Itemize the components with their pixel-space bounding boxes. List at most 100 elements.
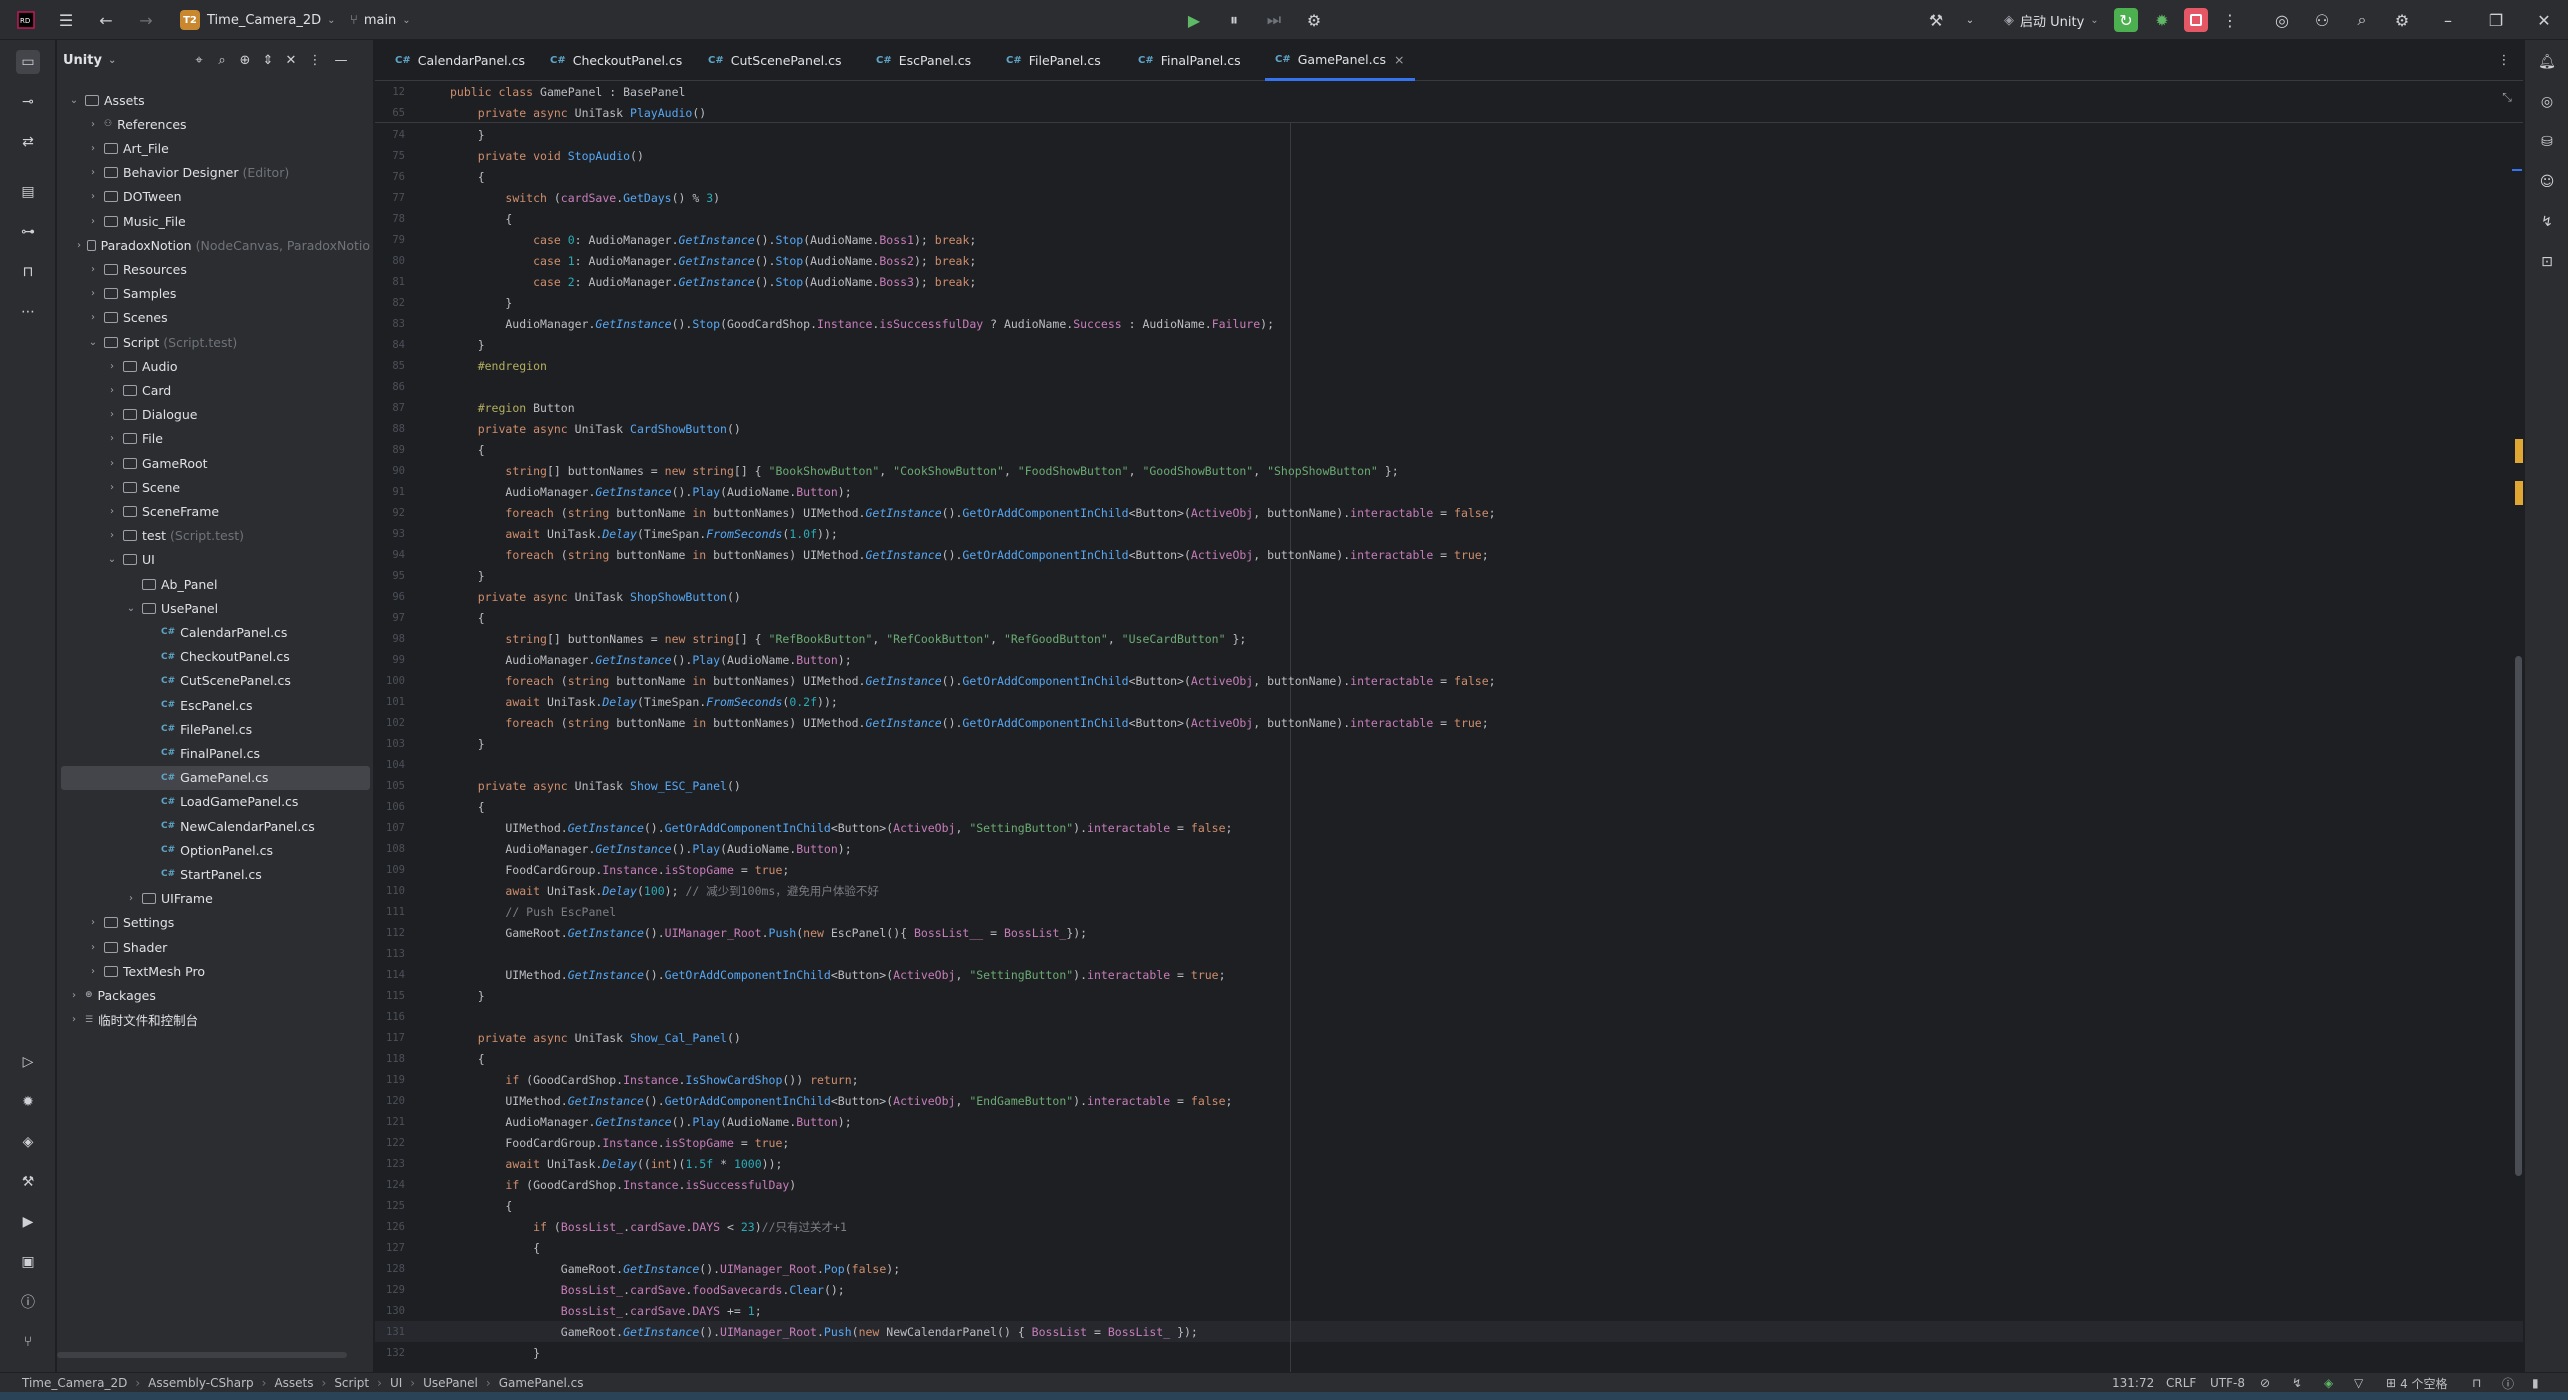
caret-position[interactable]: 131:72: [2112, 1373, 2154, 1393]
debug-tool-icon[interactable]: ✹: [16, 1090, 40, 1114]
code-vision-icon[interactable]: ⊡: [2535, 250, 2559, 274]
performance-icon[interactable]: ↯: [2535, 210, 2559, 234]
unity-tool-icon[interactable]: ◈: [16, 1130, 40, 1154]
chevron-right-icon[interactable]: ›: [124, 893, 138, 904]
attach-debugger-icon[interactable]: ⚙: [1302, 8, 1326, 32]
branch-switcher[interactable]: ⑂ main ⌄: [350, 0, 411, 40]
code-line[interactable]: {: [450, 209, 512, 230]
code-line[interactable]: UIMethod.GetInstance().GetOrAddComponent…: [450, 818, 1232, 839]
editor-tab[interactable]: C# CutScenePanel.cs: [698, 40, 866, 81]
readonly-lock-icon[interactable]: ⊓: [2472, 1373, 2481, 1393]
chevron-right-icon[interactable]: ›: [86, 191, 100, 202]
code-line[interactable]: public class GamePanel : BasePanel: [450, 82, 685, 103]
chevron-right-icon[interactable]: ›: [86, 216, 100, 227]
tree-folder-item[interactable]: › File: [61, 427, 370, 451]
code-line[interactable]: UIMethod.GetInstance().GetOrAddComponent…: [450, 1091, 1232, 1112]
chevron-right-icon[interactable]: ›: [105, 433, 119, 444]
chevron-right-icon[interactable]: ›: [105, 385, 119, 396]
tree-file-item[interactable]: C# StartPanel.cs: [61, 862, 370, 886]
code-line[interactable]: }: [450, 566, 485, 587]
bookmarks-icon[interactable]: ⊓: [16, 260, 40, 284]
chevron-right-icon[interactable]: ›: [105, 409, 119, 420]
chevron-down-icon[interactable]: ⌄: [86, 337, 100, 348]
step-icon[interactable]: ⏭: [1262, 8, 1286, 32]
tree-file-item[interactable]: C# FilePanel.cs: [61, 717, 370, 741]
tree-folder-item[interactable]: Ab_Panel: [61, 572, 370, 596]
services-icon[interactable]: ▶: [16, 1210, 40, 1234]
code-line[interactable]: private void StopAudio(): [450, 146, 644, 167]
code-editor[interactable]: 74 } 75 private void StopAudio() 76 {77 sw…: [375, 81, 2523, 1372]
code-line[interactable]: if (GoodCardShop.Instance.isSuccessfulDa…: [450, 1175, 796, 1196]
breadcrumb-item[interactable]: Assets: [274, 1376, 313, 1390]
chevron-right-icon[interactable]: ›: [86, 264, 100, 275]
chevron-down-icon[interactable]: ⌄: [1958, 8, 1982, 32]
editor-tab[interactable]: C# FilePanel.cs: [996, 40, 1128, 81]
code-line[interactable]: if (BossList_.cardSave.DAYS < 23)//只有过关才…: [450, 1217, 847, 1238]
pause-icon[interactable]: ⏸: [1222, 8, 1246, 32]
code-line[interactable]: {: [450, 608, 485, 629]
build-hammer-icon[interactable]: ⚒: [1924, 8, 1948, 32]
tree-file-item[interactable]: C# NewCalendarPanel.cs: [61, 814, 370, 838]
code-line[interactable]: }: [450, 1343, 540, 1364]
unit-tests-icon[interactable]: ⊶: [16, 220, 40, 244]
back-arrow-icon[interactable]: ←: [94, 8, 118, 32]
more-tools-icon[interactable]: ⋯: [16, 300, 40, 324]
tree-file-item[interactable]: C# CalendarPanel.cs: [61, 620, 370, 644]
chevron-right-icon[interactable]: ›: [105, 458, 119, 469]
locate-file-icon[interactable]: ⌖: [187, 48, 211, 72]
tree-folder-item[interactable]: › Samples: [61, 282, 370, 306]
code-line[interactable]: GameRoot.GetInstance().UIManager_Root.Po…: [450, 1259, 900, 1280]
code-line[interactable]: {: [450, 1196, 512, 1217]
chevron-right-icon[interactable]: ›: [67, 1014, 81, 1025]
code-line[interactable]: AudioManager.GetInstance().Play(AudioNam…: [450, 1112, 851, 1133]
project-view-selector[interactable]: Unity ⌄: [63, 40, 116, 80]
project-switcher[interactable]: T2 Time_Camera_2D ⌄: [180, 0, 336, 40]
code-line[interactable]: {: [450, 1049, 485, 1070]
options-icon[interactable]: ⋮: [303, 48, 327, 72]
minimize-icon[interactable]: –: [2436, 8, 2460, 32]
tree-folder-item[interactable]: › Scene: [61, 475, 370, 499]
editor-tab[interactable]: C# FinalPanel.cs: [1128, 40, 1265, 81]
reader-mode-icon[interactable]: ⤡: [2495, 85, 2519, 109]
tree-folder-item[interactable]: › Resources: [61, 257, 370, 281]
warning-marker[interactable]: [2515, 439, 2523, 463]
code-line[interactable]: GameRoot.GetInstance().UIManager_Root.Pu…: [450, 1322, 1198, 1343]
tree-folder-item[interactable]: ⌄ Assets: [61, 88, 370, 112]
build-tool-icon[interactable]: ⚒: [16, 1170, 40, 1194]
search-icon[interactable]: ⌕: [210, 48, 234, 72]
code-line[interactable]: string[] buttonNames = new string[] { "B…: [450, 461, 1398, 482]
chevron-right-icon[interactable]: ›: [86, 966, 100, 977]
code-line[interactable]: await UniTask.Delay(TimeSpan.FromSeconds…: [450, 692, 837, 713]
chevron-right-icon[interactable]: ›: [105, 482, 119, 493]
tree-folder-item[interactable]: › TextMesh Pro: [61, 959, 370, 983]
code-line[interactable]: BossList_.cardSave.foodSavecards.Clear()…: [450, 1280, 845, 1301]
breadcrumb-item[interactable]: UI: [390, 1376, 402, 1390]
tree-folder-item[interactable]: › Music_File: [61, 209, 370, 233]
editor-tab[interactable]: C# GamePanel.cs ×: [1265, 40, 1415, 81]
tree-file-item[interactable]: C# LoadGamePanel.cs: [61, 790, 370, 814]
close-tab-icon[interactable]: ×: [1394, 52, 1404, 67]
copilot-icon[interactable]: ☺: [2535, 170, 2559, 194]
tree-folder-item[interactable]: › Shader: [61, 935, 370, 959]
code-line[interactable]: await UniTask.Delay(TimeSpan.FromSeconds…: [450, 524, 837, 545]
code-line[interactable]: foreach (string buttonName in buttonName…: [450, 713, 1488, 734]
tree-folder-item[interactable]: › ParadoxNotion (NodeCanvas, ParadoxNotio: [61, 233, 370, 257]
filter-icon[interactable]: ▽: [2354, 1373, 2363, 1393]
search-icon[interactable]: ⌕: [2350, 8, 2374, 32]
run-config-selector[interactable]: ◈ 启动 Unity ⌄: [2004, 0, 2099, 40]
editor-tab[interactable]: C# CalendarPanel.cs: [385, 40, 540, 81]
tree-file-item[interactable]: C# FinalPanel.cs: [61, 741, 370, 765]
pull-requests-icon[interactable]: ⇄: [16, 130, 40, 154]
tree-file-item[interactable]: C# OptionPanel.cs: [61, 838, 370, 862]
forward-arrow-icon[interactable]: →: [134, 8, 158, 32]
chevron-right-icon[interactable]: ›: [75, 240, 83, 251]
tree-file-item[interactable]: C# CutScenePanel.cs: [61, 669, 370, 693]
horizontal-scrollbar[interactable]: [57, 1352, 347, 1358]
code-line[interactable]: #region Button: [450, 398, 575, 419]
code-line[interactable]: case 1: AudioManager.GetInstance().Stop(…: [450, 251, 976, 272]
code-line[interactable]: // Push EscPanel: [450, 902, 616, 923]
tree-folder-item[interactable]: ⌄ UsePanel: [61, 596, 370, 620]
expand-all-icon[interactable]: ⇕: [256, 48, 280, 72]
tree-folder-item[interactable]: › UIFrame: [61, 887, 370, 911]
run-tool-icon[interactable]: ▷: [16, 1050, 40, 1074]
